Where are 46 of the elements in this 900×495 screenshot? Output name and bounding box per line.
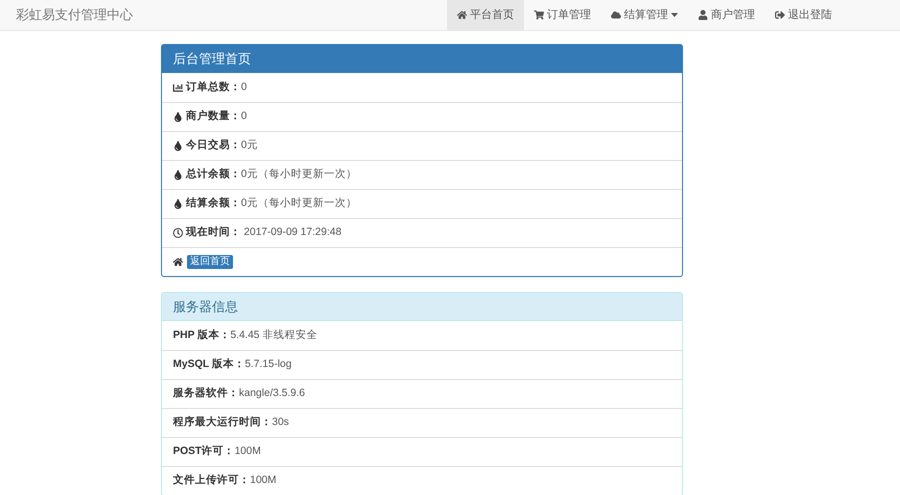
nav-link[interactable]: 商户管理 <box>688 0 765 30</box>
row-value: 100M <box>234 444 261 460</box>
row-label: 文件上传许可： <box>173 473 250 488</box>
row-label: 今日交易： <box>186 138 241 154</box>
home-icon <box>173 257 183 267</box>
row-label: MySQL 版本： <box>173 357 245 372</box>
droplet-icon <box>173 170 183 180</box>
row-value: 0元 <box>241 138 258 154</box>
row-label: 总计余额： <box>186 167 241 182</box>
bar-chart-icon <box>173 82 183 92</box>
sign-out-icon <box>775 10 785 20</box>
clock-icon <box>173 228 183 238</box>
home-icon <box>457 10 467 20</box>
cloud-icon <box>611 10 621 20</box>
droplet-icon <box>173 141 183 151</box>
back-home-button[interactable]: 返回首页 <box>187 254 233 270</box>
row-value: 30s <box>272 415 289 430</box>
nav-link[interactable]: 平台首页 <box>447 0 524 30</box>
panel-title: 后台管理首页 <box>173 50 251 68</box>
row-label: 服务器软件： <box>173 386 239 402</box>
row-value: 0 <box>241 80 247 95</box>
droplet-icon <box>173 199 183 209</box>
row-value: 2017-09-09 17:29:48 <box>242 225 342 240</box>
row-value: kangle/3.5.9.6 <box>239 386 305 402</box>
nav-link[interactable]: 退出登陆 <box>765 0 842 30</box>
caret-icon <box>671 13 678 17</box>
nav-link[interactable]: 订单管理 <box>524 0 601 30</box>
row-value: 0元（每小时更新一次） <box>241 196 357 212</box>
row-label: POST许可： <box>173 444 235 460</box>
droplet-icon <box>173 112 183 122</box>
row-label: 商户数量： <box>186 109 241 124</box>
row-label: 结算余额： <box>186 196 241 212</box>
row-label: PHP 版本： <box>173 328 230 343</box>
nav-link[interactable]: 结算管理 <box>601 0 688 30</box>
row-value: 0元（每小时更新一次） <box>241 167 357 182</box>
cart-icon <box>534 10 544 20</box>
row-label: 现在时间： <box>186 225 241 240</box>
row-value: 0 <box>241 109 247 124</box>
row-value: 5.7.15-log <box>244 357 292 372</box>
panel-title: 服务器信息 <box>173 298 238 316</box>
row-label: 订单总数： <box>186 80 241 95</box>
row-value: 5.4.45 非线程安全 <box>230 328 318 343</box>
user-icon <box>698 10 708 20</box>
row-label: 程序最大运行时间： <box>173 415 272 430</box>
brand-title[interactable]: 彩虹易支付管理中心 <box>16 5 133 25</box>
row-value: 100M <box>250 473 276 488</box>
